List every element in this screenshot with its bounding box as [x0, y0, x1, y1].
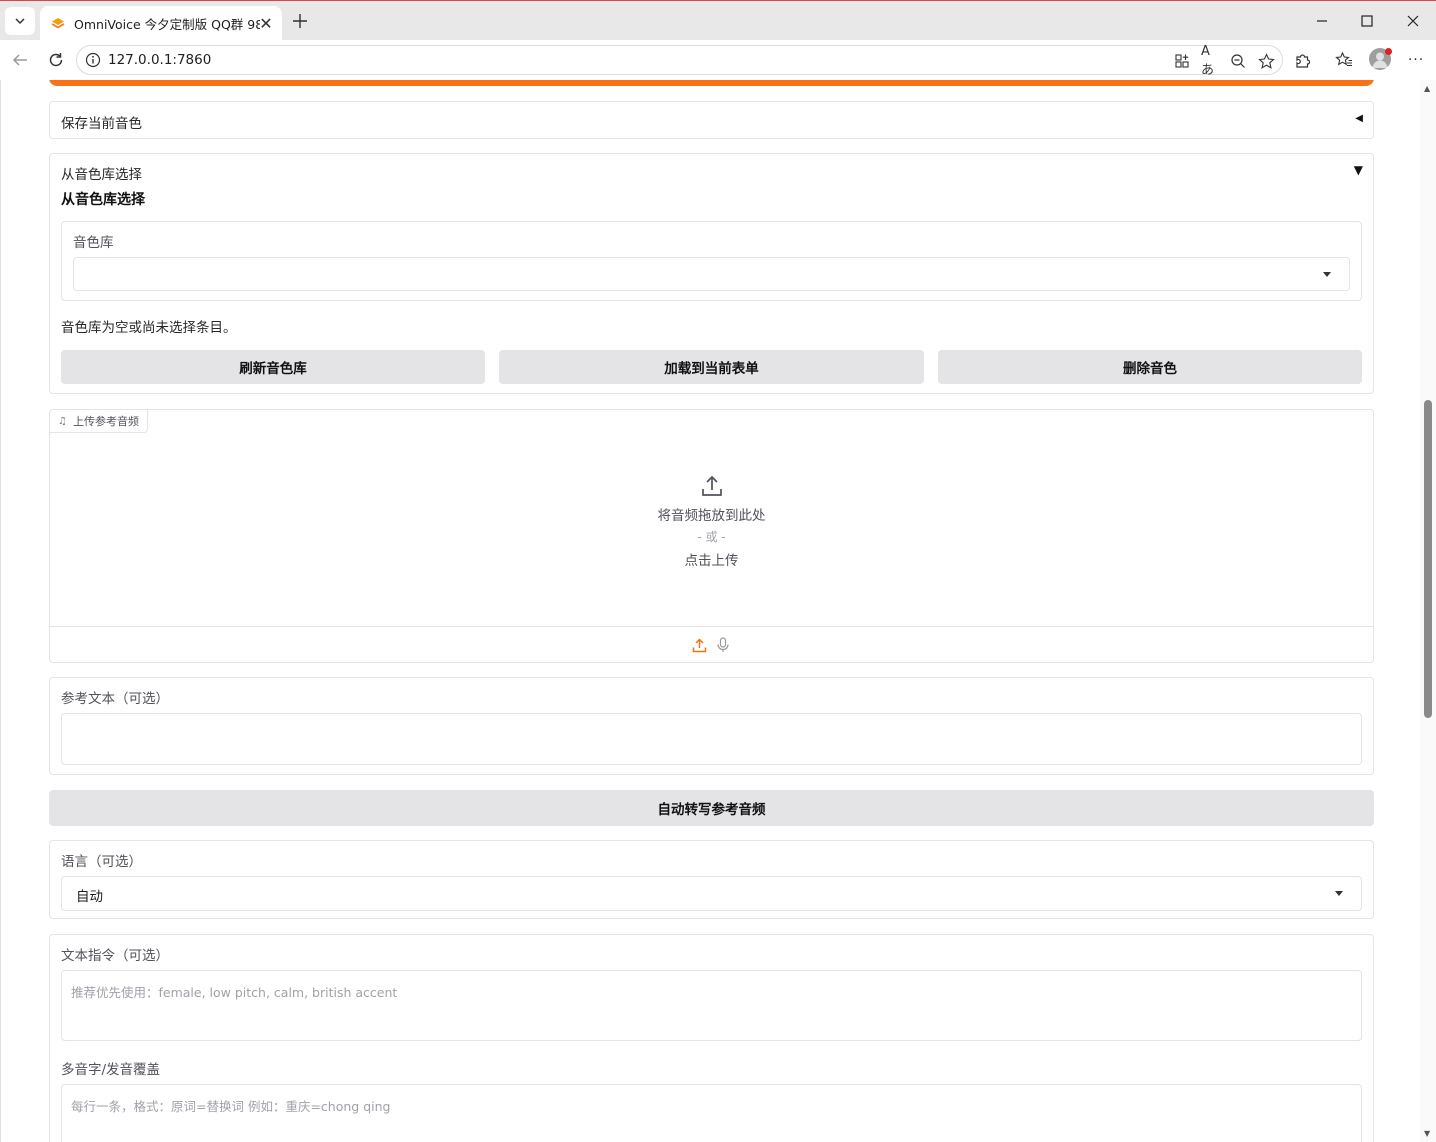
tab-actions-button[interactable]: [5, 7, 35, 35]
reference-text-input[interactable]: [61, 713, 1362, 765]
library-heading: 从音色库选择: [61, 192, 145, 208]
library-empty-note: 音色库为空或尚未选择条目。: [61, 320, 237, 336]
upload-audio-tag: ♫ 上传参考音频: [50, 410, 148, 433]
upload-source-bar: [50, 626, 1373, 662]
maximize-icon: [1361, 15, 1373, 27]
language-panel: 语言（可选） 自动: [49, 840, 1374, 919]
upload-dropzone[interactable]: 将音频拖放到此处 - 或 - 点击上传: [50, 474, 1373, 569]
reference-text-label: 参考文本（可选）: [61, 691, 169, 707]
tab-close-icon[interactable]: ✕: [258, 14, 274, 33]
music-note-icon: ♫: [58, 415, 67, 427]
pronunciation-input[interactable]: 每行一条，格式：原词=替换词 例如：重庆=chong qing: [61, 1084, 1362, 1142]
favorites-icon[interactable]: [1334, 50, 1354, 70]
favicon-icon: [51, 17, 65, 28]
tab-title: OmniVoice 今夕定制版 QQ群 985: [74, 17, 260, 32]
drop-audio-text: 将音频拖放到此处: [657, 508, 766, 524]
minimize-button[interactable]: [1302, 7, 1342, 35]
upload-tag-label: 上传参考音频: [72, 415, 139, 428]
accent-bar: [49, 80, 1374, 86]
upload-audio-panel: ♫ 上传参考音频 将音频拖放到此处 - 或 - 点击上传: [49, 409, 1374, 663]
click-upload-text[interactable]: 点击上传: [50, 549, 1373, 569]
accordion-voice-library: 从音色库选择 ▼ 从音色库选择 音色库 音色库为空或尚未选择条目。 刷新音色库 …: [49, 153, 1374, 394]
browser-tab[interactable]: OmniVoice 今夕定制版 QQ群 985 ✕: [40, 6, 282, 41]
scrollbar-thumb[interactable]: [1424, 400, 1432, 718]
or-text: - 或 -: [697, 530, 726, 544]
language-label: 语言（可选）: [61, 854, 142, 870]
browser-toolbar: 127.0.0.1:7860 Aあ ···: [0, 40, 1436, 80]
new-tab-button[interactable]: [288, 9, 312, 33]
library-label: 音色库: [73, 235, 114, 251]
microphone-icon[interactable]: [714, 636, 732, 654]
refresh-library-button[interactable]: 刷新音色库: [61, 350, 485, 384]
accordion-save-voice[interactable]: 保存当前音色 ◀: [49, 101, 1374, 139]
page-scrollbar[interactable]: ▲ ▼: [1420, 80, 1436, 1142]
address-bar[interactable]: 127.0.0.1:7860 Aあ: [76, 44, 1283, 78]
maximize-button[interactable]: [1347, 7, 1387, 35]
notification-dot: [1385, 48, 1392, 55]
scroll-down-arrow-icon[interactable]: ▼: [1424, 1129, 1430, 1138]
language-dropdown-value: 自动: [76, 889, 103, 905]
info-icon[interactable]: [85, 52, 101, 68]
collapse-arrow-icon[interactable]: ◀: [1355, 113, 1363, 124]
close-window-button[interactable]: [1393, 7, 1433, 35]
instruction-label: 文本指令（可选）: [61, 948, 169, 964]
library-dropdown[interactable]: [73, 257, 1350, 291]
browser-titlebar: OmniVoice 今夕定制版 QQ群 985 ✕: [0, 0, 1436, 41]
pronunciation-placeholder: 每行一条，格式：原词=替换词 例如：重庆=chong qing: [71, 1099, 391, 1114]
delete-voice-button[interactable]: 删除音色: [938, 350, 1362, 384]
accordion-save-label: 保存当前音色: [61, 116, 142, 132]
library-select-block: 音色库: [61, 221, 1362, 301]
translate-icon[interactable]: Aあ: [1201, 44, 1219, 78]
language-dropdown[interactable]: 自动: [61, 876, 1362, 911]
expand-arrow-icon[interactable]: ▼: [1354, 163, 1363, 177]
upload-icon: [701, 475, 722, 496]
app-available-icon[interactable]: [1173, 52, 1191, 70]
plus-icon: [293, 14, 307, 28]
chevron-down-icon: [15, 18, 25, 25]
caret-down-icon: [1323, 272, 1331, 277]
url-text[interactable]: 127.0.0.1:7860: [108, 52, 211, 68]
reload-button[interactable]: [44, 48, 68, 72]
close-icon: [1407, 15, 1419, 27]
back-button[interactable]: [8, 48, 32, 72]
pronunciation-label: 多音字/发音覆盖: [61, 1062, 161, 1078]
instruction-placeholder: 推荐优先使用：female, low pitch, calm, british …: [71, 985, 398, 1000]
favorite-star-icon[interactable]: [1257, 52, 1275, 70]
instruction-panel: 文本指令（可选） 推荐优先使用：female, low pitch, calm,…: [49, 934, 1374, 1142]
extensions-icon[interactable]: [1293, 50, 1313, 70]
reload-icon: [49, 53, 63, 67]
arrow-left-icon: [12, 54, 27, 66]
load-to-form-button[interactable]: 加载到当前表单: [499, 350, 924, 384]
upload-source-icon[interactable]: [690, 636, 708, 654]
accordion-library-label[interactable]: 从音色库选择: [61, 163, 142, 183]
caret-down-icon: [1335, 891, 1343, 896]
more-menu-icon[interactable]: ···: [1406, 50, 1426, 70]
reference-text-panel: 参考文本（可选）: [49, 677, 1374, 775]
zoom-out-icon[interactable]: [1229, 52, 1247, 70]
auto-transcribe-button[interactable]: 自动转写参考音频: [49, 790, 1374, 826]
instruction-input[interactable]: 推荐优先使用：female, low pitch, calm, british …: [61, 970, 1362, 1041]
page-viewport: 保存当前音色 ◀ 从音色库选择 ▼ 从音色库选择 音色库 音色库为空或尚未选择条…: [0, 80, 1436, 1142]
minimize-icon: [1317, 20, 1327, 22]
scroll-up-arrow-icon[interactable]: ▲: [1424, 84, 1430, 93]
